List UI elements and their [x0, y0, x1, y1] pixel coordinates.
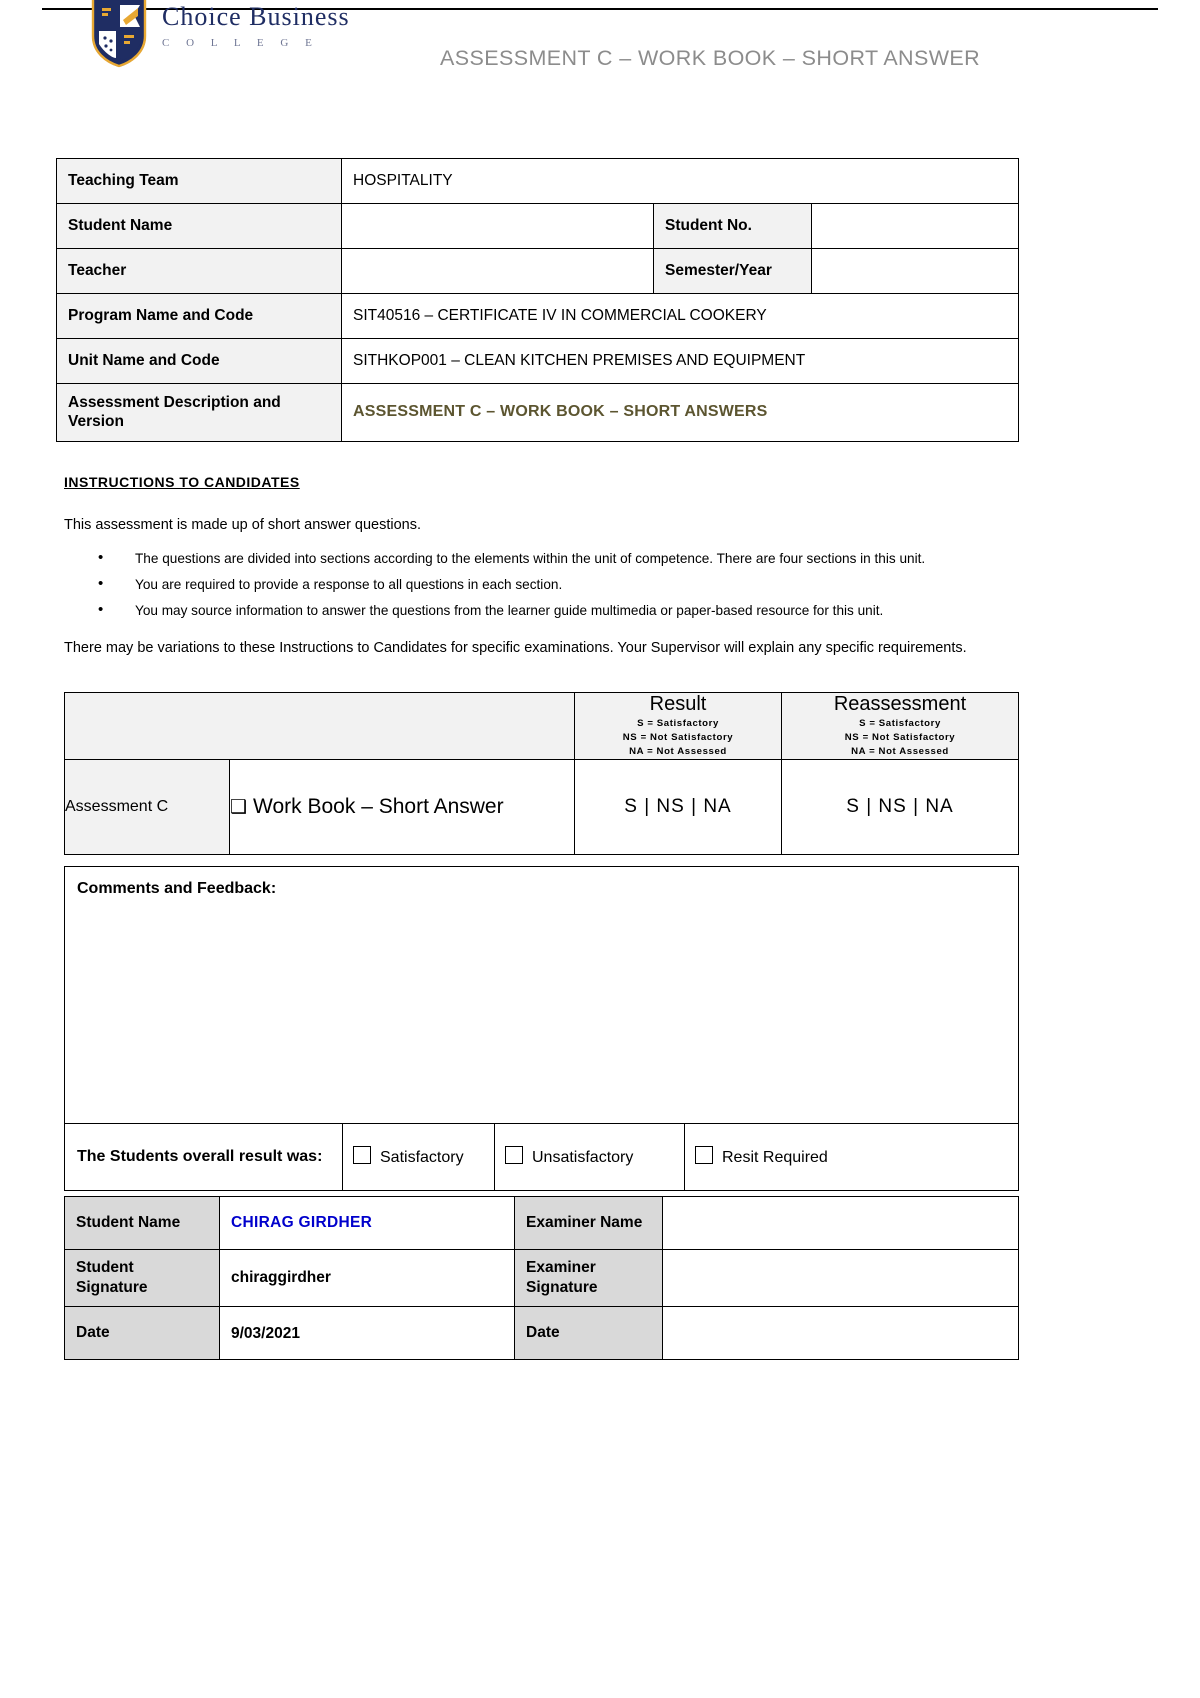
key-line-ns: NS = Not Satisfactory [844, 732, 956, 744]
table-row: Date 9/03/2021 Date [64, 1306, 1019, 1361]
overall-option-label: Resit Required [722, 1149, 828, 1166]
sig-label-examiner-date: Date [514, 1306, 663, 1361]
college-logo: Choice Business C O L L E G E [90, 0, 350, 68]
comments-feedback-table: Comments and Feedback: The Students over… [63, 866, 1020, 1191]
table-row: Comments and Feedback: [63, 866, 1020, 1124]
signature-table: Student Name CHIRAG GIRDHER Examiner Nam… [64, 1196, 1019, 1361]
table-row: Assessment Description and Version ASSES… [56, 383, 1019, 442]
result-column-header: Result S = Satisfactory NS = Not Satisfa… [574, 692, 782, 760]
key-line-na: NA = Not Assessed [629, 745, 727, 757]
checkbox-icon[interactable] [695, 1146, 713, 1164]
info-value-semester-year[interactable] [811, 248, 1019, 294]
sig-value-examiner-date[interactable] [662, 1306, 1019, 1361]
table-row: Unit Name and Code SITHKOP001 – CLEAN KI… [56, 338, 1019, 384]
instructions-bullet-list: The questions are divided into sections … [64, 549, 1004, 618]
info-label-assessment-description: Assessment Description and Version [56, 383, 342, 442]
info-label-teacher: Teacher [56, 248, 342, 294]
overall-result-label: The Students overall result was: [64, 1123, 343, 1191]
instructions-intro: This assessment is made up of short answ… [64, 517, 422, 533]
table-row: Program Name and Code SIT40516 – CERTIFI… [56, 293, 1019, 339]
info-value-teaching-team[interactable]: HOSPITALITY [341, 158, 1019, 204]
list-item: The questions are divided into sections … [98, 549, 1004, 566]
checkbox-icon[interactable] [353, 1146, 371, 1164]
info-label-student-no: Student No. [653, 203, 812, 249]
key-line-s: S = Satisfactory [637, 718, 719, 730]
instructions-heading: INSTRUCTIONS TO CANDIDATES [64, 474, 300, 490]
info-value-student-no[interactable] [811, 203, 1019, 249]
result-table-empty-header [64, 692, 575, 760]
info-value-assessment-description: ASSESSMENT C – WORK BOOK – SHORT ANSWERS [341, 383, 1019, 442]
table-row: Result S = Satisfactory NS = Not Satisfa… [64, 692, 1019, 760]
assessment-info-table: Teaching Team HOSPITALITY Student Name S… [56, 158, 1019, 442]
key-line-ns: NS = Not Satisfactory [622, 732, 734, 744]
sig-label-student-date: Date [64, 1306, 220, 1361]
table-row: Student Signature chiraggirdher Examiner… [64, 1248, 1019, 1308]
logo-subtitle: C O L L E G E [162, 37, 319, 49]
instructions-footer: There may be variations to these Instruc… [64, 640, 967, 656]
info-value-unit: SITHKOP001 – CLEAN KITCHEN PREMISES AND … [341, 338, 1019, 384]
info-label-teaching-team: Teaching Team [56, 158, 342, 204]
logo-text-block: Choice Business C O L L E G E [162, 0, 350, 50]
instructions-section: INSTRUCTIONS TO CANDIDATES This assessme… [64, 474, 1004, 656]
logo-title: Choice Business [162, 2, 350, 31]
table-row: Teaching Team HOSPITALITY [56, 158, 1019, 204]
result-scores-cell[interactable]: S | NS | NA [574, 759, 782, 855]
comments-feedback-cell[interactable]: Comments and Feedback: [63, 866, 1020, 1124]
sig-label-student-name: Student Name [64, 1196, 220, 1250]
key-line-na: NA = Not Assessed [851, 745, 949, 757]
reassessment-header-title: Reassessment [833, 693, 967, 716]
assessment-item-checkbox-icon[interactable]: ❑ [230, 797, 247, 818]
sig-value-examiner-signature[interactable] [662, 1248, 1019, 1308]
document-page: Choice Business C O L L E G E ASSESSMENT… [0, 0, 1200, 1698]
sig-value-student-signature[interactable]: chiraggirdher [219, 1248, 515, 1308]
list-item: You are required to provide a response t… [98, 575, 1004, 592]
overall-option-label: Unsatisfactory [532, 1149, 634, 1166]
page-header: Choice Business C O L L E G E ASSESSMENT… [42, 0, 1158, 92]
overall-option-resit-required[interactable]: Resit Required [683, 1123, 1020, 1191]
table-row: Student Name Student No. [56, 203, 1019, 249]
table-row: Assessment C ❑ Work Book – Short Answer S… [64, 759, 1019, 855]
table-row: Student Name CHIRAG GIRDHER Examiner Nam… [64, 1196, 1019, 1250]
sig-label-student-signature: Student Signature [64, 1248, 220, 1308]
info-label-program: Program Name and Code [56, 293, 342, 339]
checkbox-icon[interactable] [505, 1146, 523, 1164]
overall-option-label: Satisfactory [380, 1149, 464, 1166]
info-label-unit: Unit Name and Code [56, 338, 342, 384]
assessment-c-label: Assessment C [64, 759, 230, 855]
comments-feedback-label: Comments and Feedback: [77, 880, 277, 897]
sig-value-student-name[interactable]: CHIRAG GIRDHER [219, 1196, 515, 1250]
sig-label-examiner-signature: Examiner Signature [514, 1248, 663, 1308]
result-header-key: S = Satisfactory NS = Not Satisfactory N… [575, 717, 781, 759]
reassessment-column-header: Reassessment S = Satisfactory NS = Not S… [781, 692, 1019, 760]
reassessment-scores-cell[interactable]: S | NS | NA [781, 759, 1019, 855]
document-header-title: ASSESSMENT C – WORK BOOK – SHORT ANSWER [440, 46, 981, 70]
list-item: You may source information to answer the… [98, 601, 1004, 618]
sig-label-examiner-name: Examiner Name [514, 1196, 663, 1250]
info-value-teacher[interactable] [341, 248, 654, 294]
info-value-program: SIT40516 – CERTIFICATE IV IN COMMERCIAL … [341, 293, 1019, 339]
reassessment-header-key: S = Satisfactory NS = Not Satisfactory N… [782, 717, 1018, 759]
result-header-title: Result [649, 693, 707, 716]
assessment-item-cell[interactable]: ❑ Work Book – Short Answer [229, 759, 575, 855]
overall-option-satisfactory[interactable]: Satisfactory [342, 1123, 495, 1191]
info-value-student-name[interactable] [341, 203, 654, 249]
info-label-semester-year: Semester/Year [653, 248, 812, 294]
result-assessment-table: Result S = Satisfactory NS = Not Satisfa… [64, 692, 1019, 855]
crest-icon [90, 0, 148, 68]
key-line-s: S = Satisfactory [859, 718, 941, 730]
overall-option-unsatisfactory[interactable]: Unsatisfactory [494, 1123, 685, 1191]
info-label-student-name: Student Name [56, 203, 342, 249]
table-row: Teacher Semester/Year [56, 248, 1019, 294]
sig-value-examiner-name[interactable] [662, 1196, 1019, 1250]
sig-value-student-date[interactable]: 9/03/2021 [219, 1306, 515, 1361]
table-row: The Students overall result was: Satisfa… [64, 1123, 1020, 1191]
assessment-item-label: Work Book – Short Answer [253, 794, 504, 818]
